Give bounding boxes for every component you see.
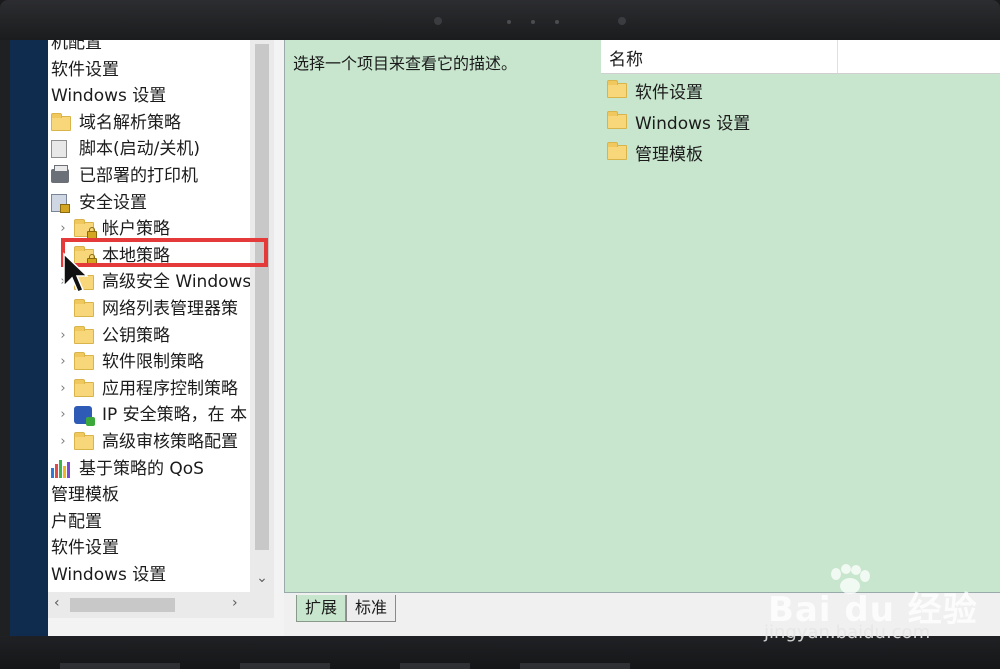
bezel-sensor-icon — [434, 17, 442, 25]
tree-item[interactable]: 脚本(启动/关机) — [51, 136, 200, 162]
tree-item-label: 机配置 — [51, 40, 102, 53]
expand-chevron-icon[interactable]: › — [56, 376, 70, 402]
tab-standard[interactable]: 标准 — [346, 595, 397, 622]
expand-chevron-icon[interactable]: › — [56, 402, 70, 428]
tree-item-label: 脚本(启动/关机) — [79, 139, 200, 160]
tree-item[interactable]: 已部署的打印机 — [51, 163, 198, 189]
tree-item[interactable]: 户配置 — [51, 509, 102, 535]
tree-horizontal-scrollbar[interactable]: ‹ › — [48, 592, 274, 618]
detail-list-item[interactable]: 管理模板 — [607, 138, 703, 166]
bezel-dot — [507, 20, 511, 24]
laptop-bezel-left — [0, 40, 10, 636]
tree-item[interactable]: Windows 设置 — [51, 83, 166, 109]
keyboard-key — [240, 663, 330, 669]
tree-item-label: IP 安全策略，在 本 — [102, 405, 248, 426]
tree-item[interactable]: 网络列表管理器策 — [56, 296, 238, 322]
bezel-dot — [531, 20, 535, 24]
column-divider[interactable] — [837, 40, 838, 73]
ip-security-icon — [74, 406, 95, 427]
tree-item[interactable]: 管理模板 — [51, 482, 119, 508]
detail-list-item-label: 管理模板 — [635, 144, 703, 165]
description-text: 选择一个项目来查看它的描述。 — [293, 54, 518, 73]
expand-chevron-icon[interactable]: › — [56, 349, 70, 375]
tree-item[interactable]: 安全设置 — [51, 190, 147, 216]
tree-item-label: 安全设置 — [79, 192, 147, 213]
tree-item[interactable]: 机配置 — [51, 40, 102, 56]
desktop-background-strip — [10, 40, 48, 636]
detail-list-item[interactable]: Windows 设置 — [607, 107, 750, 135]
expand-chevron-icon[interactable]: › — [56, 429, 70, 455]
policy-tree-pane[interactable]: 机配置 软件设置 Windows 设置 域名解析策略 脚本(启动/关机) 已部署的打印机安… — [48, 40, 250, 592]
folder-icon — [74, 299, 94, 318]
tree-item-label: 高级审核策略配置 — [102, 432, 238, 452]
tree-item[interactable]: 域名解析策略 — [51, 110, 181, 136]
tree-item-label: 软件限制策略 — [102, 352, 204, 373]
folder-icon — [74, 432, 94, 451]
tree-item[interactable]: 基于策略的 QoS — [51, 456, 204, 482]
tree-item-label: 管理模板 — [51, 485, 119, 506]
tree-item-label: 应用程序控制策略 — [102, 378, 238, 399]
tree-item-label: Windows 设置 — [51, 565, 167, 585]
tree-item-label: 公钥策略 — [102, 325, 170, 346]
detail-list-item-label: 软件设置 — [635, 82, 703, 103]
folder-icon — [74, 325, 94, 345]
bezel-dot — [555, 20, 559, 24]
script-icon — [51, 140, 71, 159]
printer-icon — [51, 165, 71, 185]
folder-icon — [74, 378, 94, 398]
locked-folder-icon — [74, 219, 97, 241]
tree-item[interactable]: 软件设置 — [51, 535, 119, 561]
list-header: 名称 — [601, 40, 1000, 74]
highlight-box-local-policy — [61, 238, 268, 267]
folder-icon — [607, 142, 627, 161]
watermark-url: jingyan.baidu.com — [764, 622, 931, 643]
qos-bars-icon — [51, 459, 71, 478]
tree-item[interactable]: › 公钥策略 — [56, 323, 170, 349]
scroll-left-arrow-icon[interactable]: ‹ — [54, 595, 60, 611]
folder-icon — [607, 80, 627, 99]
tree-item[interactable]: Windows 设置 — [51, 562, 166, 588]
tree-horizontal-scroll-thumb[interactable] — [70, 598, 175, 612]
tree-item-label: 域名解析策略 — [79, 112, 181, 133]
scroll-down-arrow-icon[interactable]: ⌄ — [250, 570, 274, 586]
detail-list-item-label: Windows 设置 — [635, 113, 751, 134]
tree-item-label: 软件设置 — [51, 59, 119, 80]
tree-item-label: 软件设置 — [51, 538, 119, 559]
mouse-pointer-icon — [63, 252, 88, 293]
tree-item[interactable]: › 软件限制策略 — [56, 349, 204, 375]
folder-icon — [607, 111, 627, 130]
tree-vertical-scroll-thumb[interactable] — [255, 44, 269, 550]
tree-item[interactable]: 软件设置 — [51, 57, 119, 83]
folder-icon — [74, 352, 94, 371]
folder-icon — [51, 112, 71, 132]
group-policy-editor-window: 机配置 软件设置 Windows 设置 域名解析策略 脚本(启动/关机) 已部署的打印机安… — [48, 40, 1000, 637]
scroll-right-arrow-icon[interactable]: › — [232, 595, 238, 611]
laptop-bezel-top — [0, 0, 1000, 40]
tree-item-label: 户配置 — [51, 511, 102, 532]
detail-list-item[interactable]: 软件设置 — [607, 76, 703, 104]
keyboard-key — [60, 663, 180, 669]
tree-item-label: Windows 设置 — [51, 86, 167, 107]
tree-item[interactable]: › 应用程序控制策略 — [56, 376, 238, 402]
keyboard-key — [520, 663, 630, 669]
keyboard-key — [400, 663, 470, 669]
tree-item-label: 网络列表管理器策 — [102, 299, 238, 319]
tree-item-label: 基于策略的 QoS — [79, 458, 204, 479]
tree-vertical-scrollbar[interactable]: ⌄ — [250, 40, 274, 592]
tree-item[interactable]: › 高级审核策略配置 — [56, 429, 238, 455]
tree-item-label: 高级安全 Windows — [102, 272, 250, 293]
column-header-name[interactable]: 名称 — [609, 45, 643, 70]
tab-extended[interactable]: 扩展 — [296, 595, 347, 622]
tree-item[interactable]: › IP 安全策略，在 本 — [56, 402, 247, 428]
security-settings-icon — [51, 193, 71, 213]
expand-chevron-icon[interactable]: › — [56, 323, 70, 349]
tree-item-label: 已部署的打印机 — [79, 166, 198, 186]
bezel-camera-icon — [618, 17, 626, 25]
details-pane: 选择一个项目来查看它的描述。 名称 软件设置 Windows 设置 管理模板 — [284, 40, 1000, 592]
